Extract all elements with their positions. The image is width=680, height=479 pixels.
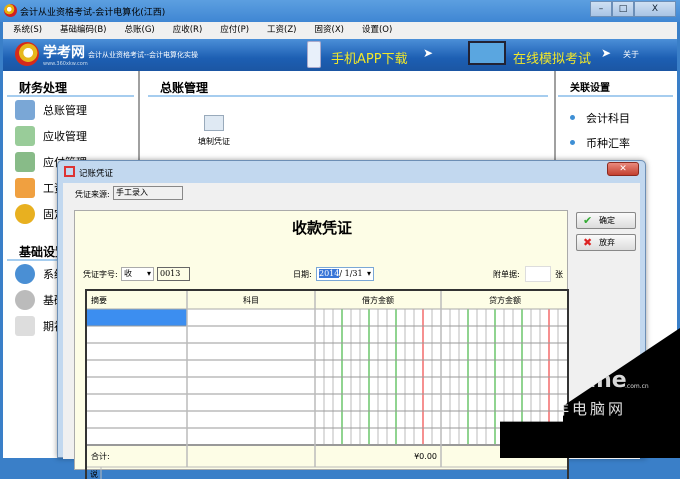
monitor-icon xyxy=(468,41,506,65)
selected-cell[interactable] xyxy=(87,309,187,326)
phone-icon xyxy=(307,41,321,68)
fill-voucher-button[interactable]: 填制凭证 xyxy=(198,115,230,147)
column-header: 摘要 xyxy=(91,295,107,305)
money-icon xyxy=(15,126,35,146)
link-accounts[interactable]: 会计科目 xyxy=(556,105,677,130)
menu-payroll[interactable]: 工资(Z) xyxy=(267,22,296,39)
nav-label: 应收管理 xyxy=(43,130,87,143)
confirm-button[interactable]: ✔ 确定 xyxy=(576,212,636,229)
attach-unit: 张 xyxy=(555,270,563,279)
section-related: 关联设置 xyxy=(558,71,673,97)
app-logo-icon xyxy=(4,4,17,17)
menu-ledger[interactable]: 总账(G) xyxy=(125,22,155,39)
app-download-link[interactable]: 手机APP下载 xyxy=(331,48,408,67)
attach-label: 附单据: xyxy=(493,270,520,279)
source-field: 手工录入 xyxy=(113,186,183,200)
voucher-form: 收款凭证 凭证字号: 收 ▾ 0013 日期: 2014/ 1/31 ▾ 附单据: … xyxy=(74,210,569,479)
menu-basic-codes[interactable]: 基础编码(B) xyxy=(60,22,106,39)
title-bar: 会计从业资格考试-会计电算化(江西) – □ X xyxy=(0,0,680,22)
menu-bar: 系统(S) 基础编码(B) 总账(G) 应收(R) 应付(P) 工资(Z) 固资… xyxy=(3,22,677,39)
voucher-grid[interactable]: 摘要科目借方金额贷方金额合计:¥0.00说明 xyxy=(85,289,569,479)
total-label: 合计: xyxy=(91,451,110,461)
basket-icon xyxy=(15,204,35,224)
voucher-dialog: 记账凭证 ✕ 凭证来源: 手工录入 收款凭证 凭证字号: 收 ▾ 0013 日期:… xyxy=(57,160,646,479)
menu-receivable[interactable]: 应收(R) xyxy=(173,22,203,39)
money-icon xyxy=(15,152,35,172)
window-title: 会计从业资格考试-会计电算化(江西) xyxy=(20,8,166,18)
close-button[interactable]: X xyxy=(634,1,676,17)
dialog-close-button[interactable]: ✕ xyxy=(607,162,639,176)
online-exam-link[interactable]: 在线模拟考试 xyxy=(513,48,591,67)
source-label: 凭证来源: xyxy=(75,190,110,199)
brand-name: 学考网 xyxy=(43,45,85,61)
word-select[interactable]: 收 ▾ xyxy=(121,267,154,281)
nav-label: 总账管理 xyxy=(43,104,87,117)
column-header: 借方金额 xyxy=(362,295,394,305)
card-icon xyxy=(15,178,35,198)
cancel-label: 放弃 xyxy=(599,238,615,247)
check-icon: ✔ xyxy=(583,214,593,227)
word-label: 凭证字号: xyxy=(83,270,118,279)
maximize-button[interactable]: □ xyxy=(612,1,634,17)
dropdown-arrow-icon: ▾ xyxy=(146,269,151,278)
watermark-domain: .com.cn xyxy=(625,383,649,390)
section-ledger: 总账管理 xyxy=(148,71,548,97)
gear-icon xyxy=(15,264,35,284)
gear-icon xyxy=(15,290,35,310)
dropdown-arrow-icon: ▾ xyxy=(366,269,371,278)
date-year: 2014 xyxy=(319,269,340,278)
minimize-button[interactable]: – xyxy=(590,1,612,17)
slogan: 会计从业资格考试--会计电算化实操 xyxy=(88,51,199,59)
nav-ledger[interactable]: 总账管理 xyxy=(3,97,138,123)
voucher-icon xyxy=(204,115,224,131)
banner: 学考网 www.360xkw.com 会计从业资格考试--会计电算化实操 手机A… xyxy=(3,39,677,71)
menu-settings[interactable]: 设置(O) xyxy=(362,22,392,39)
link-currency[interactable]: 币种汇率 xyxy=(556,130,677,155)
date-label: 日期: xyxy=(293,270,312,279)
brand-url: www.360xkw.com xyxy=(43,61,88,67)
section-finance: 财务处理 xyxy=(7,71,134,97)
voucher-title: 收款凭证 xyxy=(291,219,352,237)
date-picker[interactable]: 2014/ 1/31 ▾ xyxy=(316,267,374,281)
date-rest: / 1/31 xyxy=(339,269,363,278)
cancel-button[interactable]: ✖ 放弃 xyxy=(576,234,636,251)
notebook-icon xyxy=(15,100,35,120)
total-debit: ¥0.00 xyxy=(414,452,437,461)
nav-receivable[interactable]: 应收管理 xyxy=(3,123,138,149)
menu-payable[interactable]: 应付(P) xyxy=(220,22,249,39)
cursor-icon: ➤ xyxy=(423,46,434,60)
brand-logo-icon xyxy=(15,42,39,66)
document-icon xyxy=(15,316,35,336)
attach-count-field[interactable] xyxy=(525,266,551,282)
dialog-title: 记账凭证 xyxy=(79,169,114,179)
about-link[interactable]: 关于 xyxy=(623,49,639,60)
menu-system[interactable]: 系统(S) xyxy=(13,22,42,39)
voucher-number-field[interactable]: 0013 xyxy=(157,267,190,281)
cursor-icon: ➤ xyxy=(601,46,612,60)
edit-icon xyxy=(64,166,75,177)
confirm-label: 确定 xyxy=(599,216,615,225)
x-icon: ✖ xyxy=(583,236,593,249)
fill-voucher-label: 填制凭证 xyxy=(198,137,230,146)
note-label: 说 xyxy=(90,469,98,479)
word-value: 收 xyxy=(124,269,132,278)
menu-fixed-assets[interactable]: 固资(X) xyxy=(315,22,344,39)
column-header: 科目 xyxy=(243,295,259,305)
column-header: 贷方金额 xyxy=(489,295,521,305)
